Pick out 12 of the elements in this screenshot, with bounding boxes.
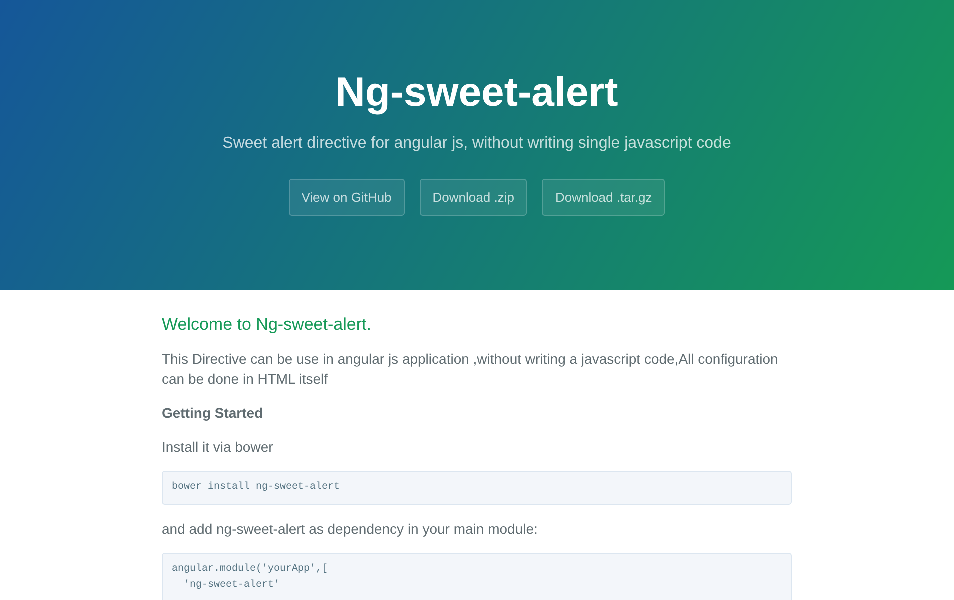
header-button[interactable]: View on GitHub (288, 179, 405, 216)
paragraph: This Directive can be use in angular js application ,without writing a javascript code,All configuration can be done in HTML itself (162, 350, 780, 389)
section-heading: Welcome to Ng-sweet-alert. (162, 315, 372, 335)
paragraph: and add ng-sweet-alert as dependency in your main module: (162, 520, 539, 539)
project-tagline: Sweet alert directive for angular js, without writing single javascript code (222, 134, 732, 154)
code-block: bower install ng-sweet-alert (162, 471, 792, 505)
header-button[interactable]: Download .tar.gz (542, 179, 666, 216)
header-button[interactable]: Download .zip (420, 179, 528, 216)
paragraph: Install it via bower (162, 438, 274, 457)
code-block: angular.module('yourApp',[ 'ng-sweet-alert' (162, 553, 792, 600)
subheading: Getting Started (162, 404, 264, 423)
project-title: Ng-sweet-alert (336, 68, 618, 116)
